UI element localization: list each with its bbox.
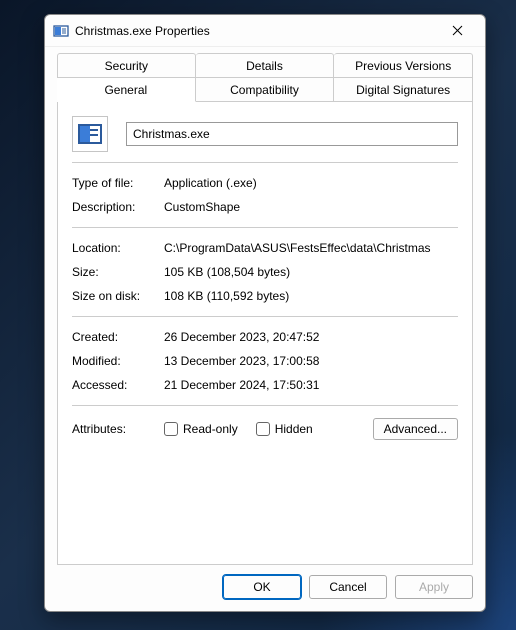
size-value: 105 KB (108,504 bytes): [164, 265, 458, 279]
advanced-button[interactable]: Advanced...: [373, 418, 458, 440]
tab-security[interactable]: Security: [57, 53, 196, 77]
content-area: Security Details Previous Versions Gener…: [45, 47, 485, 565]
accessed-label: Accessed:: [72, 378, 164, 392]
general-panel: Type of file: Application (.exe) Descrip…: [57, 101, 473, 565]
hidden-label: Hidden: [275, 422, 313, 436]
location-value: C:\ProgramData\ASUS\FestsEffec\data\Chri…: [164, 241, 458, 255]
tab-details[interactable]: Details: [196, 53, 335, 77]
size-on-disk-value: 108 KB (110,592 bytes): [164, 289, 458, 303]
size-on-disk-label: Size on disk:: [72, 289, 164, 303]
hidden-checkbox-wrap[interactable]: Hidden: [256, 422, 313, 436]
tab-strip: Security Details Previous Versions Gener…: [57, 53, 473, 101]
ok-button[interactable]: OK: [223, 575, 301, 599]
divider: [72, 316, 458, 317]
app-icon: [53, 23, 69, 39]
read-only-label: Read-only: [183, 422, 238, 436]
type-of-file-value: Application (.exe): [164, 176, 458, 190]
divider: [72, 227, 458, 228]
size-label: Size:: [72, 265, 164, 279]
titlebar: Christmas.exe Properties: [45, 15, 485, 47]
properties-window: Christmas.exe Properties Security Detail…: [44, 14, 486, 612]
tab-compatibility[interactable]: Compatibility: [196, 77, 335, 101]
filename-input[interactable]: [126, 122, 458, 146]
created-label: Created:: [72, 330, 164, 344]
close-button[interactable]: [437, 17, 477, 45]
created-value: 26 December 2023, 20:47:52: [164, 330, 458, 344]
hidden-checkbox[interactable]: [256, 422, 270, 436]
accessed-value: 21 December 2024, 17:50:31: [164, 378, 458, 392]
tab-previous-versions[interactable]: Previous Versions: [334, 53, 473, 77]
apply-button[interactable]: Apply: [395, 575, 473, 599]
divider: [72, 162, 458, 163]
button-bar: OK Cancel Apply: [45, 565, 485, 611]
location-label: Location:: [72, 241, 164, 255]
read-only-checkbox-wrap[interactable]: Read-only: [164, 422, 238, 436]
description-label: Description:: [72, 200, 164, 214]
description-value: CustomShape: [164, 200, 458, 214]
tab-digital-signatures[interactable]: Digital Signatures: [334, 77, 473, 101]
tab-general[interactable]: General: [57, 77, 196, 102]
attributes-label: Attributes:: [72, 422, 164, 436]
read-only-checkbox[interactable]: [164, 422, 178, 436]
type-of-file-label: Type of file:: [72, 176, 164, 190]
window-title: Christmas.exe Properties: [75, 24, 437, 38]
cancel-button[interactable]: Cancel: [309, 575, 387, 599]
file-type-icon: [72, 116, 108, 152]
modified-label: Modified:: [72, 354, 164, 368]
modified-value: 13 December 2023, 17:00:58: [164, 354, 458, 368]
divider: [72, 405, 458, 406]
